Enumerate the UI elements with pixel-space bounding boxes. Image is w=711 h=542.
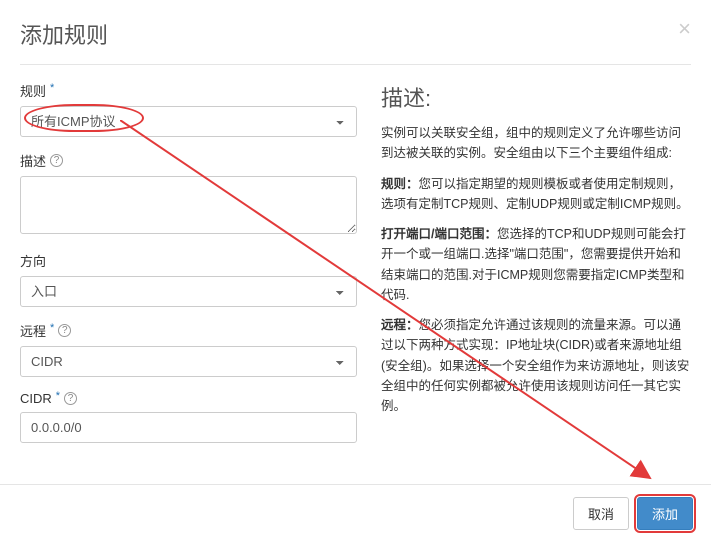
required-marker: * [50,322,54,334]
cancel-button[interactable]: 取消 [573,497,629,530]
cidr-label: CIDR [20,391,52,406]
description-section: 打开端口/端口范围：您选择的TCP和UDP规则可能会打开一个或一组端口.选择"端… [381,224,691,305]
close-icon[interactable]: × [678,18,691,40]
cidr-input[interactable] [20,412,357,443]
description-panel: 描述: 实例可以关联安全组，组中的规则定义了允许哪些访问到达被关联的实例。安全组… [381,81,691,457]
description-intro: 实例可以关联安全组，组中的规则定义了允许哪些访问到达被关联的实例。安全组由以下三… [381,123,691,164]
modal-footer: 取消 添加 [0,484,711,542]
required-marker: * [56,390,60,402]
rule-label: 规则 [20,81,46,100]
help-icon[interactable]: ? [50,154,63,167]
submit-button[interactable]: 添加 [637,497,693,530]
description-title: 描述: [381,81,691,113]
help-icon[interactable]: ? [64,392,77,405]
form-column: 规则 * 所有ICMP协议 描述 ? 方向 [20,81,357,457]
help-icon[interactable]: ? [58,324,71,337]
required-marker: * [50,82,54,94]
description-section: 远程：您必须指定允许通过该规则的流量来源。可以通过以下两种方式实现：IP地址块(… [381,315,691,416]
description-textarea[interactable] [20,176,357,234]
modal-title: 添加规则 [20,18,108,50]
direction-label: 方向 [20,251,46,270]
remote-select[interactable]: CIDR [20,346,357,377]
rule-select[interactable]: 所有ICMP协议 [20,106,357,137]
description-label: 描述 [20,151,46,170]
description-section: 规则：您可以指定期望的规则模板或者使用定制规则，选项有定制TCP规则、定制UDP… [381,174,691,215]
direction-select[interactable]: 入口 [20,276,357,307]
remote-label: 远程 [20,321,46,340]
